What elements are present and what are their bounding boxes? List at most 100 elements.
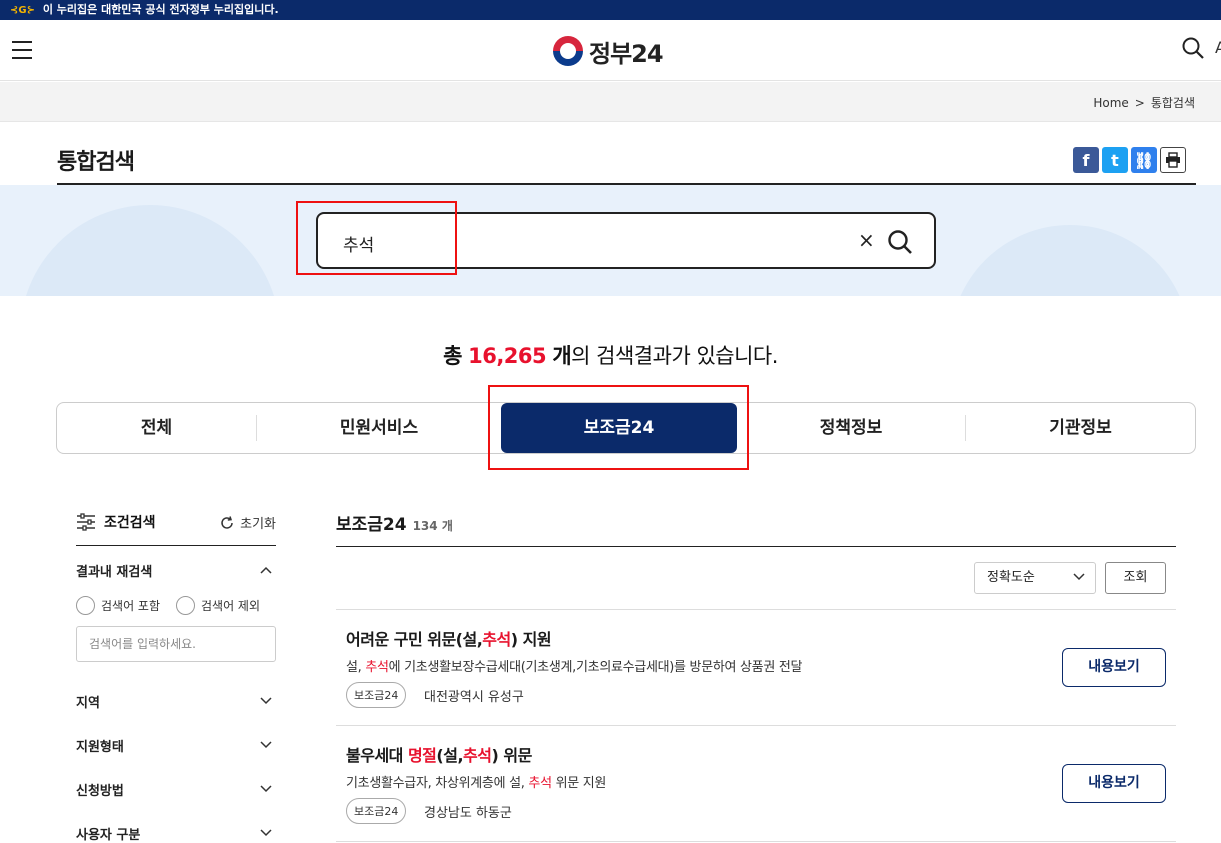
tab-civil-service[interactable]: 민원서비스 (257, 403, 501, 453)
title-highlight: 추석 (482, 630, 511, 649)
radio-include-label: 검색어 포함 (101, 599, 161, 613)
site-logo[interactable]: 정부24 (553, 36, 664, 68)
query-button[interactable]: 조회 (1105, 562, 1166, 594)
share-buttons: f t ⛓ (1073, 147, 1186, 173)
sort-select[interactable]: 정확도순 (974, 562, 1096, 594)
title-highlight: 명절 (407, 746, 437, 765)
results-heading: 보조금24 134 개 (336, 510, 453, 535)
twitter-icon[interactable]: t (1102, 147, 1128, 173)
gov-banner-text: 이 누리집은 대한민국 공식 전자정부 누리집입니다. (42, 3, 279, 16)
refresh-icon (221, 515, 233, 529)
clear-icon[interactable]: × (858, 228, 875, 252)
title-text: ) 위문 (491, 746, 532, 765)
result-title[interactable]: 불우세대 명절(설,추석) 위문 (346, 742, 532, 766)
filter-header: 조건검색 초기화 (76, 508, 276, 546)
filter-section-apply-method[interactable]: 신청방법 (76, 780, 276, 799)
filter-section-label: 지역 (76, 696, 100, 711)
radio-circle[interactable] (76, 596, 95, 615)
result-description: 기초생활수급자, 차상위계층에 설, 추석 위문 지원 (346, 772, 606, 791)
chevron-down-icon (260, 826, 272, 841)
result-tag: 보조금24 (346, 682, 407, 708)
breadcrumb-current[interactable]: 통합검색 (1151, 94, 1195, 111)
gov-banner: ⊰G⊱ 이 누리집은 대한민국 공식 전자정부 누리집입니다. (0, 0, 1221, 20)
desc-text: 설, (346, 660, 366, 675)
desc-highlight: 추석 (528, 776, 552, 791)
refine-search-toggle[interactable]: 결과내 재검색 (76, 561, 276, 580)
chevron-up-icon (260, 563, 272, 578)
tab-agency-info[interactable]: 기관정보 (966, 403, 1195, 453)
result-region: 경상남도 하동군 (424, 806, 512, 821)
chevron-down-icon (260, 694, 272, 709)
reset-label: 초기화 (240, 517, 276, 532)
title-text: 어려운 구민 위문(설, (346, 630, 483, 649)
filter-section-region[interactable]: 지역 (76, 692, 276, 711)
chevron-down-icon (260, 738, 272, 753)
tab-policy-info[interactable]: 정책정보 (737, 403, 965, 453)
filter-section-user-type[interactable]: 사용자 구분 (76, 824, 276, 843)
logo-text: 정부24 (589, 39, 664, 68)
hero-decoration (20, 205, 280, 296)
filter-sliders-icon (77, 513, 95, 531)
result-description: 설, 추석에 기초생활보장수급세대(기초생계,기초의료수급세대)를 방문하여 상… (346, 656, 802, 675)
title-text: ) 지원 (510, 630, 552, 649)
sort-select-value: 정확도순 (987, 570, 1035, 585)
page-title: 통합검색 (57, 150, 135, 175)
desc-text: 에 기초생활보장수급세대(기초생계,기초의료수급세대)를 방문하여 상품권 전달 (388, 660, 803, 675)
print-icon[interactable] (1160, 147, 1186, 173)
result-item: 어려운 구민 위문(설,추석) 지원 설, 추석에 기초생활보장수급세대(기초생… (336, 610, 1176, 726)
results-heading-unit: 개 (441, 519, 453, 533)
chevron-down-icon (1073, 563, 1085, 593)
result-number: 16,265 (468, 344, 547, 368)
search-icon[interactable] (1181, 36, 1205, 60)
filter-section-label: 지원형태 (76, 740, 124, 755)
result-unit: 개 (552, 344, 572, 368)
results-heading-title: 보조금24 (336, 515, 407, 535)
link-icon[interactable]: ⛓ (1131, 147, 1157, 173)
refine-search-input[interactable] (76, 626, 276, 662)
view-detail-button[interactable]: 내용보기 (1062, 648, 1166, 687)
site-header: 정부24 A (0, 20, 1221, 81)
breadcrumb-bar: Home > 통합검색 (0, 82, 1221, 122)
radio-circle[interactable] (176, 596, 195, 615)
filter-section-label: 신청방법 (76, 784, 124, 799)
taegeuk-logo-icon (553, 36, 583, 66)
results-heading-count: 134 (412, 519, 438, 533)
gov-mark-icon: ⊰G⊱ (10, 5, 35, 16)
result-title[interactable]: 어려운 구민 위문(설,추석) 지원 (346, 626, 552, 650)
result-region: 대전광역시 유성구 (424, 690, 524, 705)
view-detail-button[interactable]: 내용보기 (1062, 764, 1166, 803)
breadcrumb-home[interactable]: Home (1093, 96, 1128, 110)
filter-title-label: 조건검색 (104, 515, 156, 531)
header-extra-glyph[interactable]: A (1215, 38, 1221, 57)
title-text: (설, (436, 746, 464, 765)
radio-exclude-label: 검색어 제외 (201, 599, 261, 613)
tab-all[interactable]: 전체 (57, 403, 256, 453)
filter-section-support-type[interactable]: 지원형태 (76, 736, 276, 755)
breadcrumb: Home > 통합검색 (1093, 94, 1195, 111)
results-divider (336, 546, 1176, 547)
title-text: 불우세대 (346, 746, 408, 765)
desc-highlight: 추석 (365, 660, 389, 675)
search-submit-icon[interactable] (886, 228, 914, 256)
chevron-down-icon (260, 782, 272, 797)
highlight-box-search (296, 201, 457, 275)
result-count: 총 16,265 개의 검색결과가 있습니다. (0, 340, 1221, 370)
result-suffix: 의 검색결과가 있습니다. (571, 344, 778, 368)
reset-button[interactable]: 초기화 (219, 513, 276, 532)
filter-section-label: 사용자 구분 (76, 828, 141, 843)
title-highlight: 추석 (463, 746, 492, 765)
refine-search-label: 결과내 재검색 (76, 565, 153, 580)
radio-include[interactable]: 검색어 포함 (76, 596, 160, 615)
hero-decoration (950, 225, 1190, 296)
filter-title: 조건검색 (76, 512, 156, 532)
desc-text: 기초생활수급자, 차상위계층에 설, (346, 776, 529, 791)
desc-text: 위문 지원 (551, 776, 607, 791)
radio-exclude[interactable]: 검색어 제외 (176, 596, 260, 615)
result-tag: 보조금24 (346, 798, 407, 824)
result-prefix: 총 (443, 344, 462, 368)
facebook-icon[interactable]: f (1073, 147, 1099, 173)
menu-icon[interactable] (12, 41, 32, 59)
breadcrumb-separator: > (1134, 95, 1145, 110)
result-item: 불우세대 명절(설,추석) 위문 기초생활수급자, 차상위계층에 설, 추석 위… (336, 726, 1176, 842)
highlight-box-tab (488, 385, 749, 470)
